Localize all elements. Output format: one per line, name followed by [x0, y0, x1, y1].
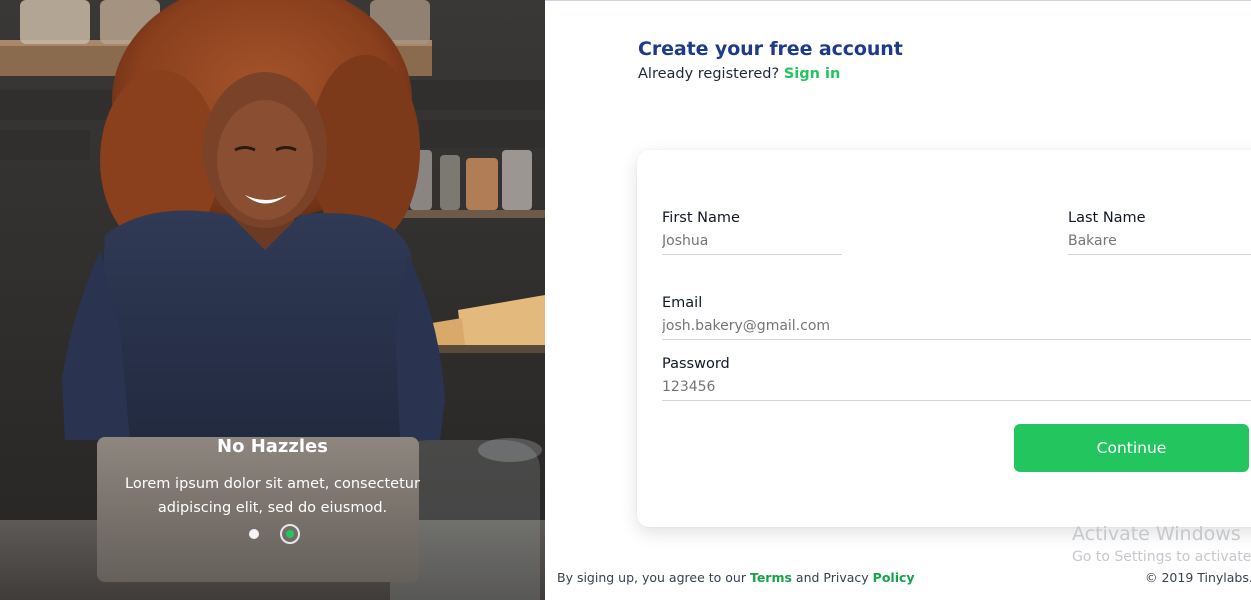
already-registered-text: Already registered? [638, 66, 780, 82]
continue-button[interactable]: Continue [1014, 424, 1249, 472]
activate-windows-hint: Go to Settings to activate W [1072, 549, 1251, 565]
first-name-input[interactable] [662, 230, 842, 255]
email-input[interactable] [662, 315, 1251, 340]
and-privacy-text: and Privacy [795, 570, 869, 585]
hero-panel: No Hazzles Lorem ipsum dolor sit amet, c… [0, 0, 545, 600]
terms-notice: By siging up, you agree to our Terms and… [557, 569, 915, 587]
signup-form-card: First Name Last Name Email Password Cont… [637, 150, 1251, 527]
slider-dot-1[interactable] [242, 522, 266, 546]
password-label: Password [662, 356, 730, 372]
agree-prefix: By siging up, you agree to our [557, 570, 746, 585]
page-title: Create your free account [638, 38, 903, 60]
email-label: Email [662, 295, 703, 311]
top-divider [545, 0, 1251, 1]
hero-text-line-1: Lorem ipsum dolor sit amet, consectetur [125, 476, 420, 492]
last-name-input[interactable] [1068, 230, 1251, 255]
copyright: © 2019 Tinylabs. A [1145, 570, 1251, 585]
first-name-label: First Name [662, 210, 740, 226]
password-input[interactable] [662, 376, 1251, 401]
hero-text-line-2: adipiscing elit, sed do eiusmod. [157, 500, 388, 516]
hero-title: No Hazzles [217, 436, 328, 457]
signin-prompt: Already registered? Sign in [638, 64, 840, 84]
slider-dot-2-active[interactable] [278, 522, 302, 546]
policy-link[interactable]: Policy [873, 570, 915, 585]
slider-dots [0, 522, 545, 546]
terms-link[interactable]: Terms [750, 570, 792, 585]
activate-windows-title: Activate Windows [1072, 523, 1241, 545]
hero-text: Lorem ipsum dolor sit amet, consectetur … [70, 472, 475, 520]
last-name-label: Last Name [1068, 210, 1146, 226]
signin-link[interactable]: Sign in [784, 66, 840, 82]
hero-caption: No Hazzles Lorem ipsum dolor sit amet, c… [70, 434, 475, 520]
